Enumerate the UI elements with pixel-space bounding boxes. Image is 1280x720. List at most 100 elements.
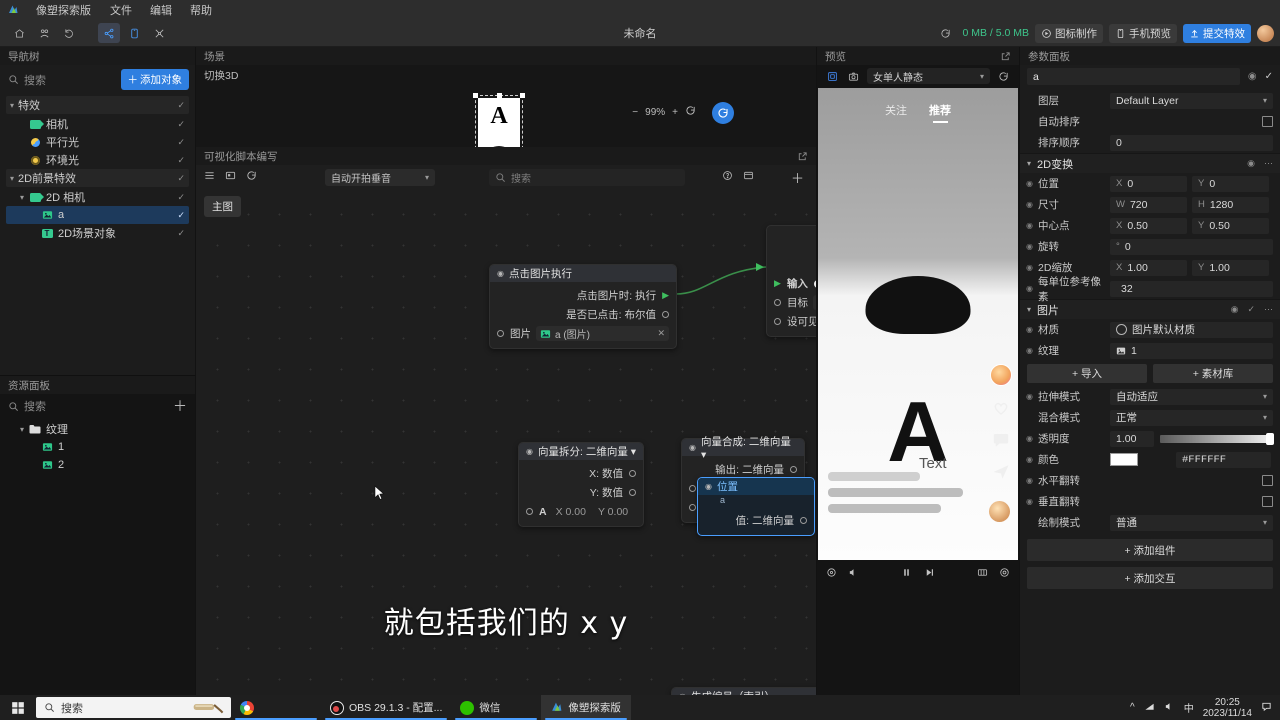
slider-knob[interactable]: [1266, 432, 1274, 445]
keyframe-dot-icon[interactable]: ◉: [1025, 476, 1034, 485]
visibility-check-icon[interactable]: ✓: [177, 100, 185, 111]
graph-node-位置[interactable]: ◉ 位置 a 值: 二维向量: [697, 477, 815, 536]
taskbar-app-chrome-icon[interactable]: [231, 695, 321, 720]
visibility-check-icon[interactable]: ✓: [177, 119, 185, 130]
data-port-icon[interactable]: [790, 466, 797, 473]
visibility-check-icon[interactable]: ✓: [177, 192, 185, 203]
keyframe-dot-icon[interactable]: ◉: [1025, 242, 1034, 251]
taskbar-clock[interactable]: 20:25 2023/11/14: [1203, 697, 1252, 719]
graph-node-port-out[interactable]: 下一个: 执行▶: [767, 236, 816, 255]
data-port-icon[interactable]: [774, 318, 781, 325]
property-y-input[interactable]: Y 0.50: [1192, 217, 1269, 234]
resource-search-input[interactable]: 搜索: [8, 398, 173, 414]
visibility-check-icon[interactable]: ✓: [177, 228, 185, 239]
heart-icon[interactable]: [991, 397, 1012, 418]
graph-fullscreen-icon[interactable]: [743, 170, 754, 184]
data-port-icon[interactable]: [689, 504, 696, 511]
data-port-icon[interactable]: [497, 330, 504, 337]
property-y-input[interactable]: H 1280: [1192, 196, 1269, 213]
exec-port-icon[interactable]: ▶: [662, 290, 669, 301]
graph-node-header[interactable]: ◉ 向量拆分: 二维向量 ▾: [519, 443, 643, 460]
more-icon[interactable]: ⋯: [1264, 158, 1273, 169]
phone-preview-button[interactable]: 手机预览: [1109, 23, 1177, 43]
pause-icon[interactable]: [901, 567, 912, 581]
camera-icon[interactable]: [846, 69, 861, 84]
keyframe-dot-icon[interactable]: ◉: [1025, 325, 1034, 334]
confirm-check-icon[interactable]: ✓: [1265, 71, 1273, 82]
graph-node-port-in[interactable]: 设可见: [767, 312, 816, 331]
texture-select[interactable]: 1: [1110, 342, 1273, 359]
nav-tree-item-环境光[interactable]: 环境光 ✓: [6, 151, 189, 169]
volume-icon[interactable]: [1164, 701, 1175, 715]
resource-tree-item-1[interactable]: 1: [6, 438, 189, 456]
ime-icon[interactable]: 中: [1184, 700, 1194, 715]
zoom-out-button[interactable]: −: [632, 107, 638, 118]
property-select[interactable]: 正常 ▾: [1110, 409, 1273, 426]
icon-make-button[interactable]: 图标制作: [1035, 23, 1103, 43]
target-icon[interactable]: [826, 567, 837, 581]
menu-item-edit[interactable]: 编辑: [141, 2, 181, 18]
screen-icon[interactable]: [225, 170, 236, 184]
refresh-icon[interactable]: [934, 23, 956, 43]
graph-node-port-out[interactable]: 是否可见: 布尔值: [767, 255, 816, 274]
graph-node-header[interactable]: ◉ 位置: [698, 478, 814, 495]
nav-tree-item-平行光[interactable]: 平行光 ✓: [6, 133, 189, 151]
graph-script-select[interactable]: 自动开拍垂音 ▾: [325, 168, 435, 186]
exec-port-icon[interactable]: ▶: [774, 278, 781, 289]
keyframe-dot-icon[interactable]: ◉: [1025, 200, 1034, 209]
keyframe-dot-icon[interactable]: ◉: [1025, 434, 1034, 443]
property-x-input[interactable]: X0: [1110, 175, 1187, 192]
visibility-check-icon[interactable]: ✓: [177, 155, 185, 166]
resource-tree-item-纹理[interactable]: ▾ 纹理: [6, 420, 189, 438]
user-avatar[interactable]: [1257, 24, 1274, 42]
chevron-icon[interactable]: ▾: [16, 193, 28, 202]
material-select[interactable]: 图片默认材质: [1110, 321, 1273, 338]
property-checkbox[interactable]: [1262, 496, 1273, 507]
nav-search-input[interactable]: 搜索: [8, 72, 115, 88]
add-interaction-button[interactable]: + 添加交互: [1027, 567, 1273, 589]
refresh-icon[interactable]: [246, 170, 257, 184]
keyframe-dot-icon[interactable]: ◉: [1025, 346, 1034, 355]
graph-help-icon[interactable]: [722, 170, 733, 184]
zoom-in-button[interactable]: +: [672, 107, 678, 118]
confirm-check-icon[interactable]: ✓: [1247, 304, 1255, 315]
expand-icon[interactable]: [1000, 51, 1011, 62]
avatar[interactable]: [990, 364, 1012, 386]
comment-icon[interactable]: [991, 429, 1012, 450]
property-x-input[interactable]: W 720: [1110, 196, 1187, 213]
property-x-input[interactable]: X 0.50: [1110, 217, 1187, 234]
record-icon[interactable]: ◉: [1231, 304, 1239, 315]
frame-icon[interactable]: [977, 567, 988, 581]
color-hex-input[interactable]: #FFFFFF: [1176, 451, 1271, 468]
port-y-value[interactable]: Y 0.00: [598, 506, 628, 518]
chevron-up-icon[interactable]: ^: [1130, 702, 1135, 713]
property-y-input[interactable]: Y 1.00: [1192, 259, 1269, 276]
visibility-check-icon[interactable]: ✓: [177, 173, 185, 184]
graph-node-port-in[interactable]: A X 0.00 Y 0.00: [519, 502, 643, 521]
image-section-header[interactable]: ▾ 图片 ◉ ✓ ⋯: [1020, 299, 1280, 319]
graph-node-port-in[interactable]: 目标a (场景对象)✕: [767, 293, 816, 312]
clear-icon[interactable]: ✕: [657, 328, 665, 339]
data-port-icon[interactable]: [662, 311, 669, 318]
graph-node-port-out[interactable]: 值: 二维向量: [698, 511, 814, 530]
refresh-circle-icon[interactable]: [712, 102, 734, 124]
nav-tree-item-相机[interactable]: 相机 ✓: [6, 115, 189, 133]
submit-effect-button[interactable]: 提交特效: [1183, 23, 1251, 43]
model-icon[interactable]: [825, 69, 840, 84]
keyframe-dot-icon[interactable]: ◉: [1025, 221, 1034, 230]
keyframe-dot-icon[interactable]: ◉: [1025, 497, 1034, 506]
graph-node-port-in[interactable]: ▶ 输入: [767, 274, 816, 293]
taskbar-app-像塑探索版[interactable]: 像塑探索版: [541, 695, 632, 720]
graph-node-port-out[interactable]: 点击图片时: 执行 ▶: [490, 286, 676, 305]
resize-handle[interactable]: [473, 93, 478, 98]
nav-tree-item-2D 相机[interactable]: ▾ 2D 相机 ✓: [6, 188, 189, 206]
visibility-check-icon[interactable]: ✓: [177, 137, 185, 148]
nav-tree-item-特效[interactable]: ▾ 特效 ✓: [6, 96, 189, 114]
data-port-icon[interactable]: [629, 489, 636, 496]
preview-model-select[interactable]: 女单人静态 ▾: [867, 68, 990, 84]
add-resource-button[interactable]: ＋: [173, 399, 187, 413]
chevron-icon[interactable]: ▾: [6, 101, 18, 110]
graph-node-header[interactable]: ◉ 向量合成: 二维向量 ▾: [682, 436, 804, 461]
chevron-icon[interactable]: ▾: [16, 425, 28, 434]
resource-tree-item-2[interactable]: 2: [6, 456, 189, 474]
